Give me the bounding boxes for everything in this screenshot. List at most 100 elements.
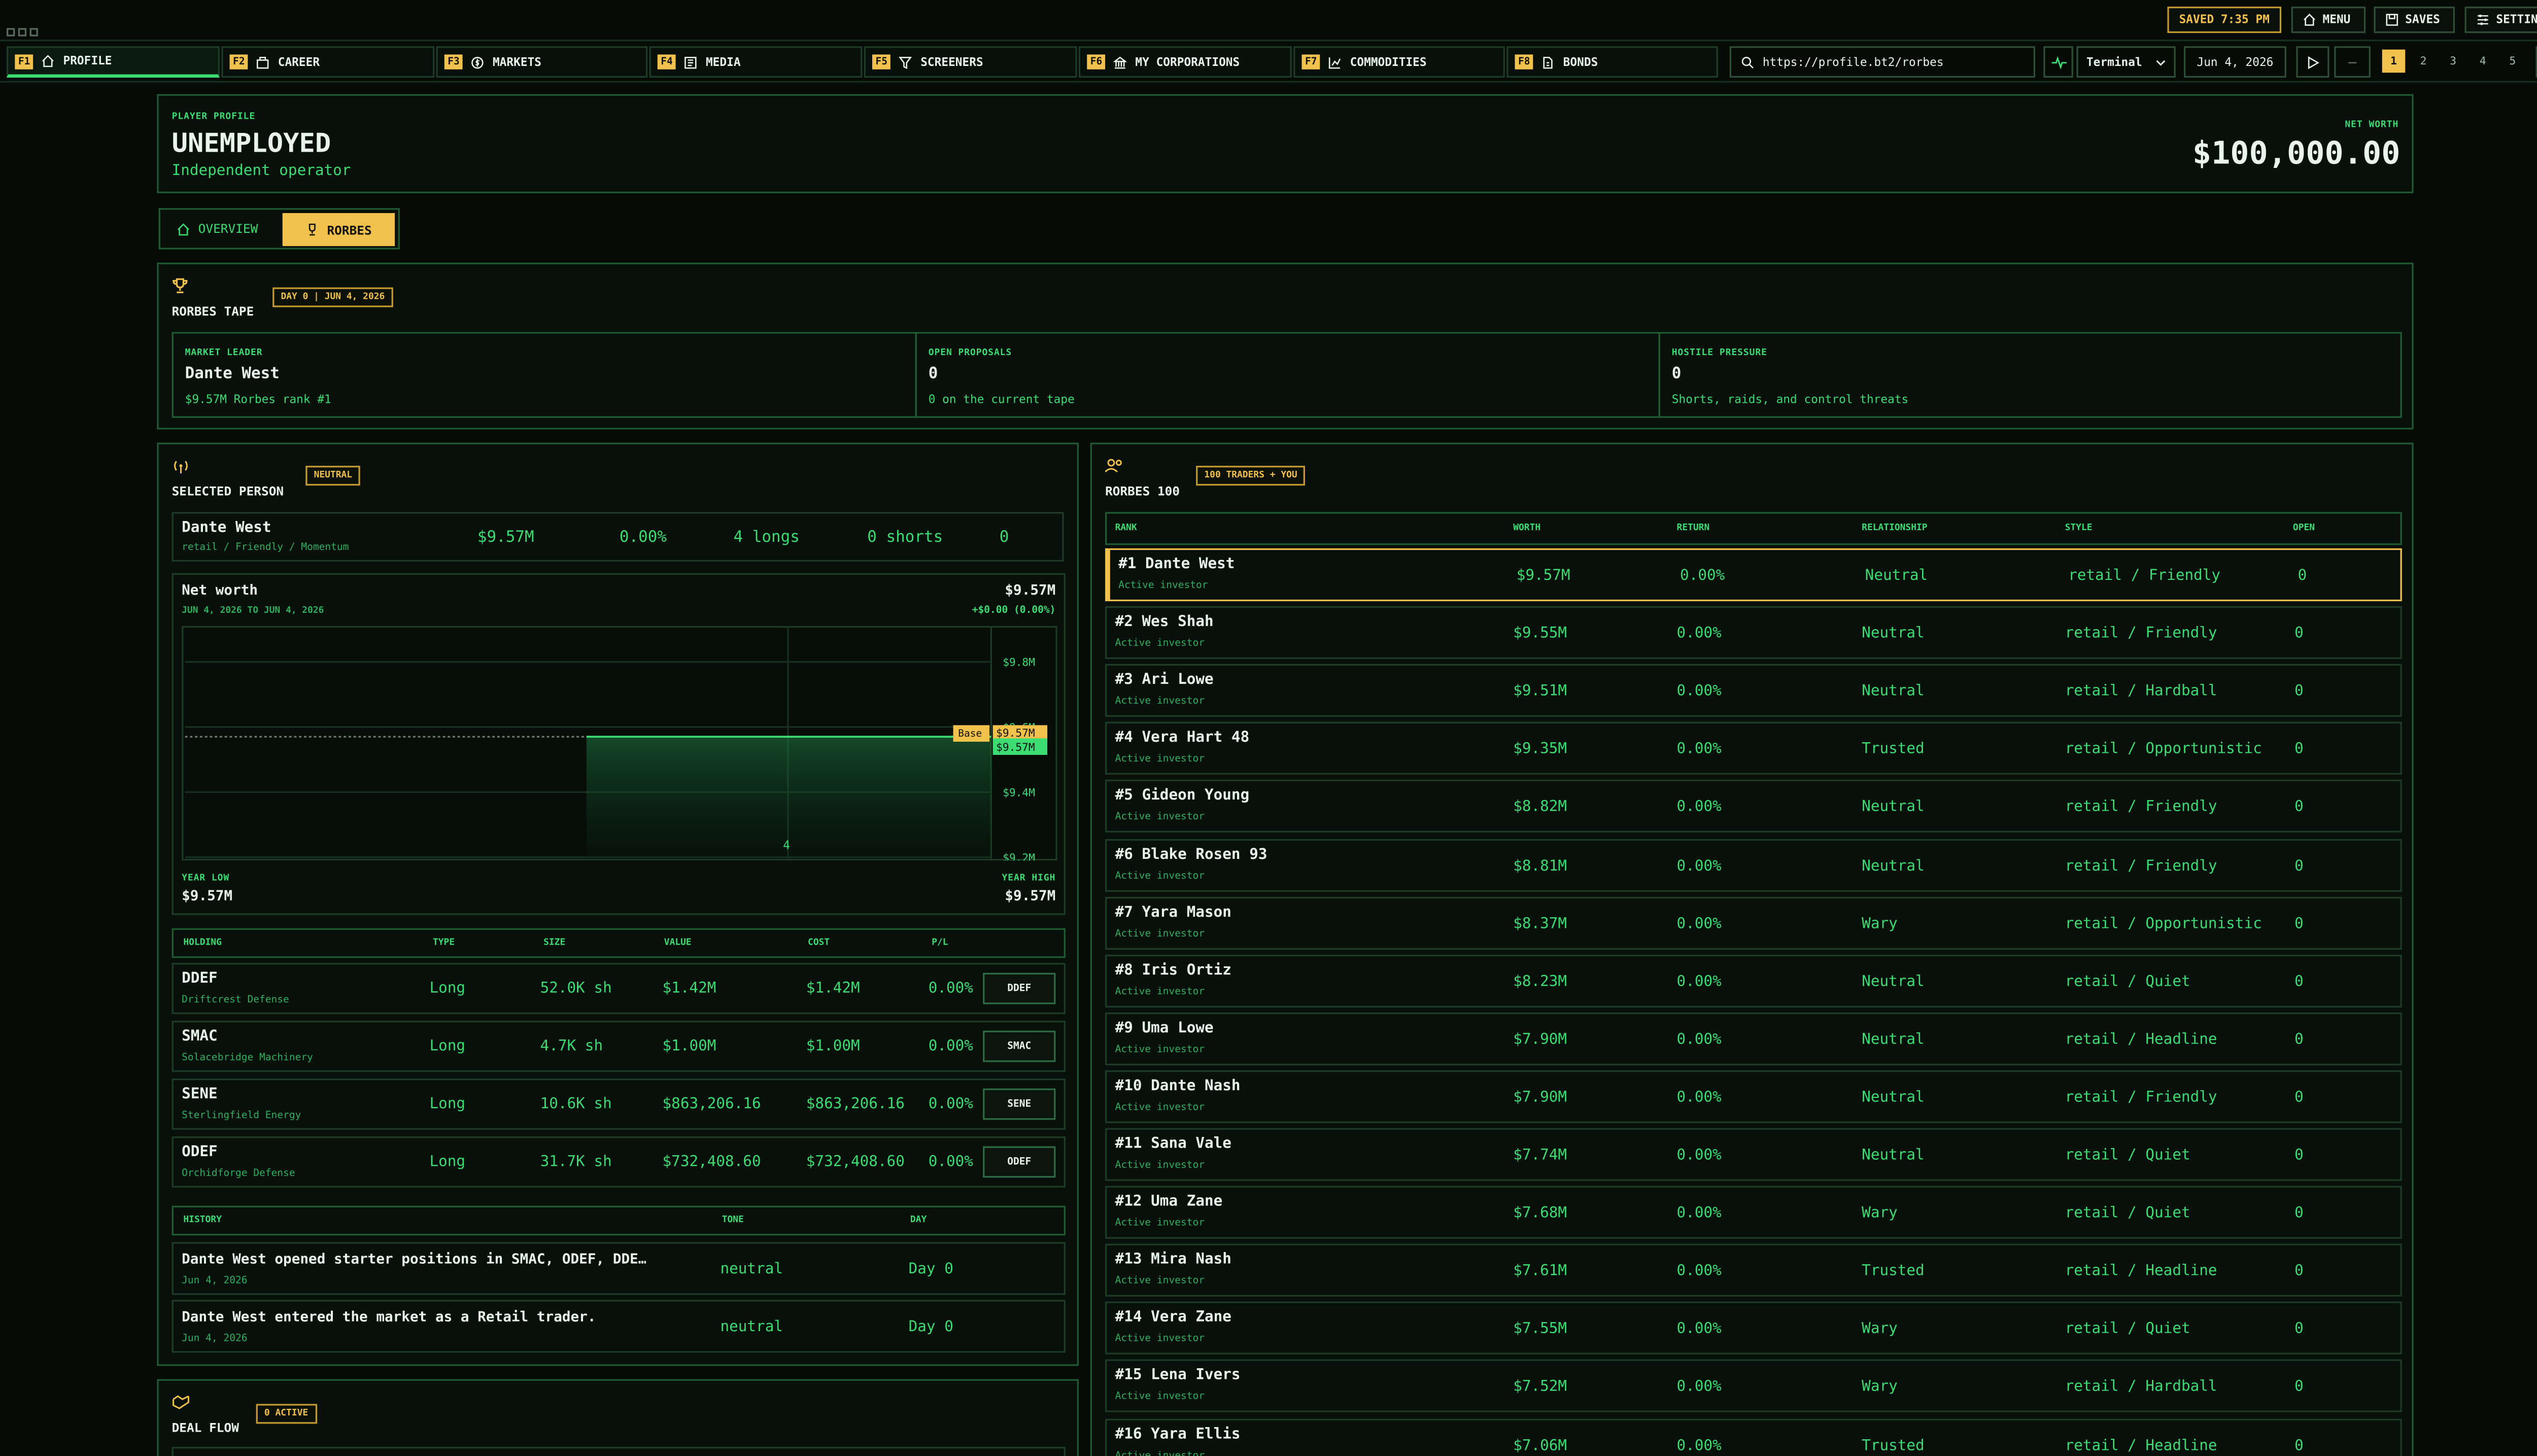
- page-button-3[interactable]: 3: [2442, 50, 2465, 73]
- rorbes-row[interactable]: #10 Dante Nash Active investor $7.90M 0.00%…: [1105, 1070, 2402, 1123]
- trader-relationship: Neutral: [1862, 858, 1925, 875]
- divider: [0, 40, 2537, 42]
- holding-value: $1.00M: [662, 1038, 716, 1056]
- year-high-label: YEAR HIGH: [1002, 874, 1056, 884]
- holding-pl: 0.00%: [928, 1096, 973, 1114]
- open-ticker-button[interactable]: DDEF: [983, 973, 1056, 1004]
- page-button-5[interactable]: 5: [2501, 50, 2524, 73]
- tab-label: BONDS: [1563, 55, 1598, 69]
- tab-markets[interactable]: F3 MARKETS: [436, 46, 648, 78]
- filter-icon: [899, 56, 912, 68]
- tab-my-corporations[interactable]: F6 MY CORPORATIONS: [1078, 46, 1292, 78]
- trader-style: retail / Opportunistic: [2065, 742, 2262, 759]
- page-button-1[interactable]: 1: [2382, 49, 2406, 73]
- trader-subtitle: Active investor: [1115, 927, 1205, 940]
- open-ticker-button[interactable]: ODEF: [983, 1146, 1056, 1178]
- tab-overview[interactable]: OVERVIEW: [177, 221, 258, 236]
- tab-media[interactable]: F4 MEDIA: [649, 46, 863, 78]
- trader-return: 0.00%: [1676, 1264, 1722, 1280]
- rorbes-row[interactable]: #7 Yara Mason Active investor $8.37M 0.00% W…: [1105, 896, 2402, 949]
- settings-button[interactable]: SETTINGS: [2464, 7, 2537, 33]
- holding-pl: 0.00%: [928, 981, 973, 998]
- trader-worth: $7.52M: [1513, 1379, 1567, 1397]
- selected-person-summary[interactable]: Dante West retail / Friendly / Momentum …: [172, 512, 1064, 562]
- rorbes-row[interactable]: #5 Gideon Young Active investor $8.82M 0.00…: [1105, 780, 2402, 834]
- tab-commodities[interactable]: F7 COMMODITIES: [1293, 46, 1505, 78]
- play-button[interactable]: [2296, 46, 2329, 78]
- rorbes-row[interactable]: #4 Vera Hart 48 Active investor $9.35M 0.00…: [1105, 722, 2402, 775]
- rorbes-row[interactable]: #3 Ari Lowe Active investor $9.51M 0.00% Neu…: [1105, 664, 2402, 717]
- rorbes-100-panel: RORBES 100 100 TRADERS + YOU RANK WORTH …: [1090, 442, 2414, 1456]
- holding-row[interactable]: ODEF Orchidforge Defense Long 31.7K sh $732,…: [172, 1136, 1066, 1188]
- holding-row[interactable]: DDEF Driftcrest Defense Long 52.0K sh $1.42M…: [172, 963, 1066, 1014]
- rorbes-row[interactable]: #11 Sana Vale Active investor $7.74M 0.00% N…: [1105, 1128, 2402, 1181]
- tab-rorbes[interactable]: RORBES: [282, 213, 395, 247]
- year-high-value: $9.57M: [1005, 888, 1056, 906]
- base-value-label: $9.57M: [996, 726, 1035, 739]
- history-row[interactable]: Dante West entered the market as a Retai…: [172, 1300, 1066, 1353]
- date-display[interactable]: Jun 4, 2026: [2184, 46, 2286, 78]
- saves-button[interactable]: SAVES: [2374, 7, 2455, 33]
- history-text: Dante West opened starter positions in S…: [182, 1252, 647, 1269]
- subtab-bar: OVERVIEW RORBES: [158, 208, 400, 250]
- person-open: 0: [999, 528, 1009, 547]
- rorbes-row[interactable]: #12 Uma Zane Active investor $7.68M 0.00% Wa…: [1105, 1186, 2402, 1239]
- tape-cell-label: HOSTILE PRESSURE: [1671, 348, 1767, 359]
- person-shorts: 0 shorts: [867, 528, 943, 547]
- minus-button[interactable]: [2334, 46, 2371, 78]
- tab-screeners[interactable]: F5 SCREENERS: [864, 46, 1077, 78]
- document-icon: [1544, 56, 1553, 68]
- chevron-down-icon: [2156, 59, 2166, 65]
- trader-worth: $9.35M: [1513, 742, 1567, 759]
- page-button-4[interactable]: 4: [2472, 50, 2495, 73]
- holding-row[interactable]: SMAC Solacebridge Machinery Long 4.7K sh $1.…: [172, 1021, 1066, 1072]
- tab-career[interactable]: F2 CAREER: [221, 46, 435, 78]
- holding-cost: $863,206.16: [806, 1096, 905, 1114]
- page-button-2[interactable]: 2: [2412, 50, 2435, 73]
- menu-button[interactable]: MENU: [2291, 7, 2366, 33]
- net-worth-chart[interactable]: $9.8M$9.6M$9.4M$9.2MBase$9.57M$9.57M4: [182, 626, 1057, 861]
- history-row[interactable]: Dante West opened starter positions in S…: [172, 1242, 1066, 1295]
- rorbes-row[interactable]: #2 Wes Shah Active investor $9.55M 0.00% Neu…: [1105, 606, 2402, 660]
- profile-subtitle: Independent operator: [172, 163, 351, 180]
- holding-type: Long: [429, 981, 466, 998]
- open-ticker-button[interactable]: SMAC: [983, 1030, 1056, 1062]
- rorbes-row[interactable]: #6 Blake Rosen 93 Active investor $8.81M 0.…: [1105, 838, 2402, 891]
- url-bar[interactable]: https://profile.bt2/rorbes: [1729, 46, 2036, 78]
- y-tick-label: $9.2M: [1003, 851, 1035, 860]
- rorbes-row[interactable]: #9 Uma Lowe Active investor $7.90M 0.00% Neu…: [1105, 1012, 2402, 1065]
- holding-row[interactable]: SENE Sterlingfield Energy Long 10.6K sh $863…: [172, 1078, 1066, 1130]
- rorbes-row[interactable]: #14 Vera Zane Active investor $7.55M 0.00% W…: [1105, 1302, 2402, 1355]
- activity-button[interactable]: [2043, 46, 2073, 78]
- mode-select[interactable]: Terminal: [2076, 46, 2176, 78]
- y-tick-label: $9.4M: [1003, 786, 1035, 799]
- open-ticker-button[interactable]: SENE: [983, 1088, 1056, 1120]
- rorbes-row[interactable]: #13 Mira Nash Active investor $7.61M 0.00% T…: [1105, 1244, 2402, 1297]
- trader-style: retail / Quiet: [2065, 974, 2190, 991]
- saved-status-badge: SAVED 7:35 PM: [2167, 7, 2282, 33]
- rorbes-row[interactable]: #1 Dante West Active investor $9.57M 0.00% N…: [1105, 548, 2402, 602]
- trader-relationship: Neutral: [1862, 974, 1925, 991]
- trader-return: 0.00%: [1676, 1379, 1722, 1397]
- trader-style: retail / Friendly: [2065, 626, 2217, 643]
- holding-value: $1.42M: [662, 981, 716, 998]
- trader-rank-name: #1 Dante West: [1118, 557, 1235, 573]
- tape-cell-value: Dante West: [185, 365, 280, 384]
- trader-subtitle: Active investor: [1115, 870, 1205, 881]
- trader-return: 0.00%: [1676, 626, 1722, 643]
- rorbes-row[interactable]: #15 Lena Ivers Active investor $7.52M 0.00%…: [1105, 1360, 2402, 1413]
- tab-bonds[interactable]: F8 BONDS: [1506, 46, 1718, 78]
- rorbes-row[interactable]: #16 Yara Ellis Active investor $7.06M 0.00%…: [1105, 1418, 2402, 1456]
- window-controls[interactable]: [7, 12, 41, 43]
- holding-name: Driftcrest Defense: [182, 994, 289, 1006]
- trader-return: 0.00%: [1676, 1438, 1722, 1454]
- holding-cost: $1.42M: [806, 981, 860, 998]
- tape-cell-note: $9.57M Rorbes rank #1: [185, 393, 331, 406]
- rorbes-row[interactable]: #8 Iris Ortiz Active investor $8.23M 0.00% N…: [1105, 954, 2402, 1007]
- trader-return: 0.00%: [1676, 858, 1722, 875]
- trader-return: 0.00%: [1680, 568, 1725, 585]
- tab-profile[interactable]: F1 PROFILE: [7, 46, 220, 78]
- chart-value: $9.57M: [1005, 583, 1056, 600]
- trader-relationship: Wary: [1862, 1205, 1898, 1223]
- rorbes-100-title: RORBES 100: [1105, 483, 1180, 499]
